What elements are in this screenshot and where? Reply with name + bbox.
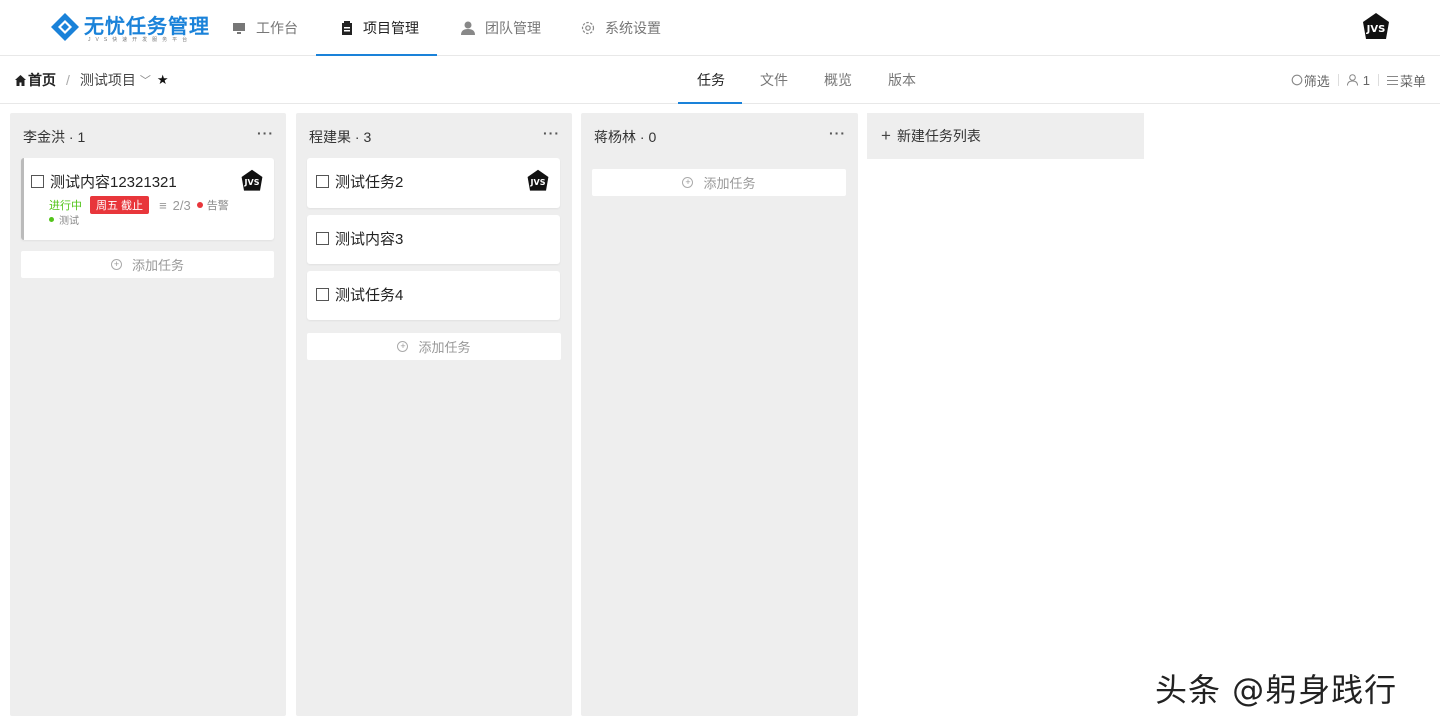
nav-item-label: 团队管理 bbox=[485, 20, 541, 36]
user-icon bbox=[461, 21, 475, 35]
task-checkbox[interactable] bbox=[31, 175, 44, 188]
subtask-icon: ≡ bbox=[159, 197, 167, 213]
top-navigation: 无忧任务管理 JVS快速开发服务平台 工作台 项目管理 团队管理 系统设置 JV… bbox=[0, 0, 1440, 56]
nav-item-system-settings[interactable]: 系统设置 bbox=[581, 0, 661, 56]
project-subheader: 首页 / 测试项目 ﹀ ★ 任务 文件 概览 版本 筛选 1 菜单 bbox=[0, 57, 1440, 104]
nav-item-label: 系统设置 bbox=[605, 20, 661, 36]
home-icon bbox=[15, 74, 26, 86]
column-title: 蒋杨林 · 0 bbox=[594, 129, 657, 145]
task-card-title: 测试内容12321321 bbox=[31, 171, 177, 192]
members-button[interactable]: 1 bbox=[1346, 72, 1370, 88]
breadcrumb-home[interactable]: 首页 bbox=[15, 70, 56, 90]
new-task-list-label: 新建任务列表 bbox=[896, 128, 981, 144]
divider bbox=[1337, 74, 1339, 86]
task-card[interactable]: 测试内容12321321 JVS 进行中 周五 截止 ≡ 2/3 告警 测试 bbox=[21, 158, 274, 240]
more-icon[interactable]: ··· bbox=[829, 125, 846, 141]
tab-versions[interactable]: 版本 bbox=[888, 57, 916, 103]
svg-text:JVS: JVS bbox=[244, 178, 260, 187]
menu-label: 菜单 bbox=[1399, 73, 1426, 89]
logo-title: 无忧任务管理 bbox=[84, 14, 210, 38]
nav-item-project-management[interactable]: 项目管理 bbox=[341, 0, 419, 56]
plus-circle-icon: + bbox=[682, 177, 694, 188]
task-checkbox[interactable] bbox=[316, 288, 329, 301]
more-icon[interactable]: ··· bbox=[543, 125, 560, 141]
nav-item-team-management[interactable]: 团队管理 bbox=[461, 0, 541, 56]
task-card[interactable]: 测试内容3 bbox=[307, 215, 560, 264]
tab-tasks[interactable]: 任务 bbox=[697, 57, 725, 103]
members-count: 1 bbox=[1362, 72, 1370, 88]
alert-label: 告警 bbox=[206, 200, 229, 212]
add-task-label: 添加任务 bbox=[703, 176, 756, 191]
task-card-title: 测试内容3 bbox=[316, 228, 403, 249]
task-card[interactable]: 测试任务2 JVS bbox=[307, 158, 560, 208]
add-task-label: 添加任务 bbox=[418, 340, 471, 355]
user-avatar[interactable]: JVS bbox=[1361, 12, 1391, 42]
task-column: 李金洪 · 1 ··· 测试内容12321321 JVS 进行中 周五 截止 ≡… bbox=[10, 113, 286, 716]
menu-icon bbox=[1386, 76, 1398, 85]
more-icon[interactable]: ··· bbox=[257, 125, 274, 141]
add-task-button[interactable]: + 添加任务 bbox=[592, 169, 846, 196]
breadcrumb-separator: / bbox=[66, 72, 70, 88]
task-title: 测试任务4 bbox=[335, 287, 404, 304]
add-task-button[interactable]: + 添加任务 bbox=[21, 251, 274, 278]
plus-circle-icon: + bbox=[397, 341, 409, 352]
plus-icon: + bbox=[881, 126, 891, 145]
task-card[interactable]: 测试任务4 bbox=[307, 271, 560, 320]
filter-button[interactable]: 筛选 bbox=[1291, 71, 1330, 90]
tab-active-indicator bbox=[678, 102, 742, 104]
board-tools: 筛选 1 菜单 bbox=[1291, 57, 1426, 103]
menu-button[interactable]: 菜单 bbox=[1386, 71, 1426, 90]
logo-diamond-icon bbox=[51, 13, 79, 41]
nav-item-label: 工作台 bbox=[256, 20, 298, 36]
task-checkbox[interactable] bbox=[316, 232, 329, 245]
task-column: 蒋杨林 · 0 ··· + 添加任务 bbox=[581, 113, 858, 716]
nav-item-workbench[interactable]: 工作台 bbox=[232, 0, 298, 56]
gear-icon bbox=[581, 21, 595, 35]
subtask-count: 2/3 bbox=[172, 197, 191, 213]
task-title: 测试内容12321321 bbox=[50, 174, 177, 191]
assignee-avatar[interactable]: JVS bbox=[526, 169, 550, 193]
tab-overview[interactable]: 概览 bbox=[824, 57, 852, 103]
monitor-icon bbox=[232, 22, 246, 35]
task-tag: 测试 bbox=[49, 212, 79, 227]
nav-active-indicator bbox=[316, 54, 437, 56]
breadcrumb: 首页 / 测试项目 ﹀ ★ bbox=[15, 57, 169, 103]
person-icon bbox=[1346, 74, 1358, 86]
logo-subtitle: JVS快速开发服务平台 bbox=[88, 37, 193, 43]
plus-circle-icon: + bbox=[110, 259, 122, 270]
clipboard-icon bbox=[341, 21, 353, 35]
app-logo[interactable]: 无忧任务管理 JVS快速开发服务平台 bbox=[50, 10, 210, 46]
breadcrumb-project[interactable]: 测试项目 bbox=[80, 70, 136, 90]
search-icon bbox=[1291, 74, 1303, 86]
assignee-avatar[interactable]: JVS bbox=[240, 169, 264, 193]
filter-label: 筛选 bbox=[1303, 73, 1330, 89]
task-checkbox[interactable] bbox=[316, 175, 329, 188]
alert-dot-icon bbox=[196, 202, 203, 208]
add-task-label: 添加任务 bbox=[131, 258, 184, 273]
nav-item-label: 项目管理 bbox=[363, 20, 419, 36]
column-title: 程建果 · 3 bbox=[309, 129, 372, 145]
svg-text:JVS: JVS bbox=[530, 178, 546, 187]
tab-files[interactable]: 文件 bbox=[760, 57, 788, 103]
task-card-title: 测试任务2 bbox=[316, 171, 403, 192]
watermark: 头条 @躬身践行 bbox=[1155, 671, 1398, 709]
star-icon[interactable]: ★ bbox=[157, 72, 169, 88]
new-task-list-button[interactable]: + 新建任务列表 bbox=[867, 113, 1144, 159]
task-card-title: 测试任务4 bbox=[316, 284, 403, 305]
status-badge: 进行中 bbox=[49, 200, 82, 212]
due-date-badge: 周五 截止 bbox=[90, 196, 150, 214]
svg-text:JVS: JVS bbox=[1366, 24, 1386, 35]
column-title: 李金洪 · 1 bbox=[23, 129, 86, 145]
task-column: 程建果 · 3 ··· 测试任务2 JVS 测试内容3 测试任务4 + 添加任务 bbox=[296, 113, 572, 716]
breadcrumb-home-label: 首页 bbox=[28, 72, 56, 88]
tag-label: 测试 bbox=[59, 216, 79, 227]
divider bbox=[1377, 74, 1379, 86]
add-task-button[interactable]: + 添加任务 bbox=[307, 333, 561, 360]
task-title: 测试内容3 bbox=[335, 231, 404, 248]
chevron-down-icon[interactable]: ﹀ bbox=[140, 72, 151, 88]
tag-dot-icon bbox=[49, 217, 54, 222]
task-title: 测试任务2 bbox=[335, 174, 404, 191]
